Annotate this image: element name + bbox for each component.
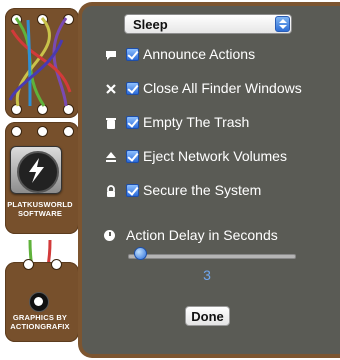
socket bbox=[63, 126, 74, 137]
socket bbox=[23, 259, 34, 270]
power-bolt-icon bbox=[17, 151, 59, 193]
secure-checkbox[interactable] bbox=[126, 184, 139, 197]
close-finder-checkbox[interactable] bbox=[126, 82, 139, 95]
delay-slider[interactable] bbox=[128, 254, 296, 259]
brand-credit: GRAPHICS BY ACTIONGRAFIX bbox=[0, 313, 80, 331]
eject-checkbox[interactable] bbox=[126, 150, 139, 163]
action-row-announce: Announce Actions bbox=[100, 46, 330, 66]
empty-trash-checkbox[interactable] bbox=[126, 116, 139, 129]
brand-company-line: PLATKUSWORLD bbox=[7, 200, 73, 209]
socket bbox=[11, 126, 22, 137]
close-x-icon bbox=[104, 83, 118, 97]
delay-label: Action Delay in Seconds bbox=[126, 227, 278, 243]
action-row-empty-trash: Empty The Trash bbox=[100, 114, 330, 134]
done-button[interactable]: Done bbox=[185, 306, 230, 326]
action-row-eject: Eject Network Volumes bbox=[100, 148, 330, 168]
select-arrows-icon bbox=[275, 16, 290, 32]
app-window: PLATKUSWORLD SOFTWARE GRAPHICS BY ACTION… bbox=[0, 0, 340, 360]
announce-checkbox[interactable] bbox=[126, 48, 139, 61]
app-logo bbox=[10, 146, 62, 194]
eight-ball-icon bbox=[29, 292, 49, 312]
brand-credit-line: ACTIONGRAFIX bbox=[10, 322, 70, 331]
speech-bubble-icon bbox=[104, 49, 118, 63]
brand-company: PLATKUSWORLD SOFTWARE bbox=[0, 200, 80, 218]
action-label: Empty The Trash bbox=[143, 114, 250, 130]
power-action-value: Sleep bbox=[133, 17, 168, 32]
delay-value: 3 bbox=[203, 267, 211, 283]
action-label: Announce Actions bbox=[143, 46, 256, 62]
action-label: Close All Finder Windows bbox=[143, 80, 302, 96]
trash-icon bbox=[104, 117, 118, 131]
action-label: Eject Network Volumes bbox=[143, 148, 287, 164]
action-row-secure: Secure the System bbox=[100, 182, 330, 202]
action-row-close-finder: Close All Finder Windows bbox=[100, 80, 330, 100]
brand-company-line: SOFTWARE bbox=[17, 209, 63, 218]
socket bbox=[51, 259, 62, 270]
eject-icon bbox=[104, 151, 118, 165]
socket bbox=[37, 126, 48, 137]
brand-credit-line: GRAPHICS BY bbox=[12, 313, 68, 322]
lock-icon bbox=[104, 185, 118, 199]
action-label: Secure the System bbox=[143, 182, 262, 198]
clock-icon bbox=[104, 230, 115, 241]
power-action-select[interactable]: Sleep bbox=[124, 14, 292, 34]
